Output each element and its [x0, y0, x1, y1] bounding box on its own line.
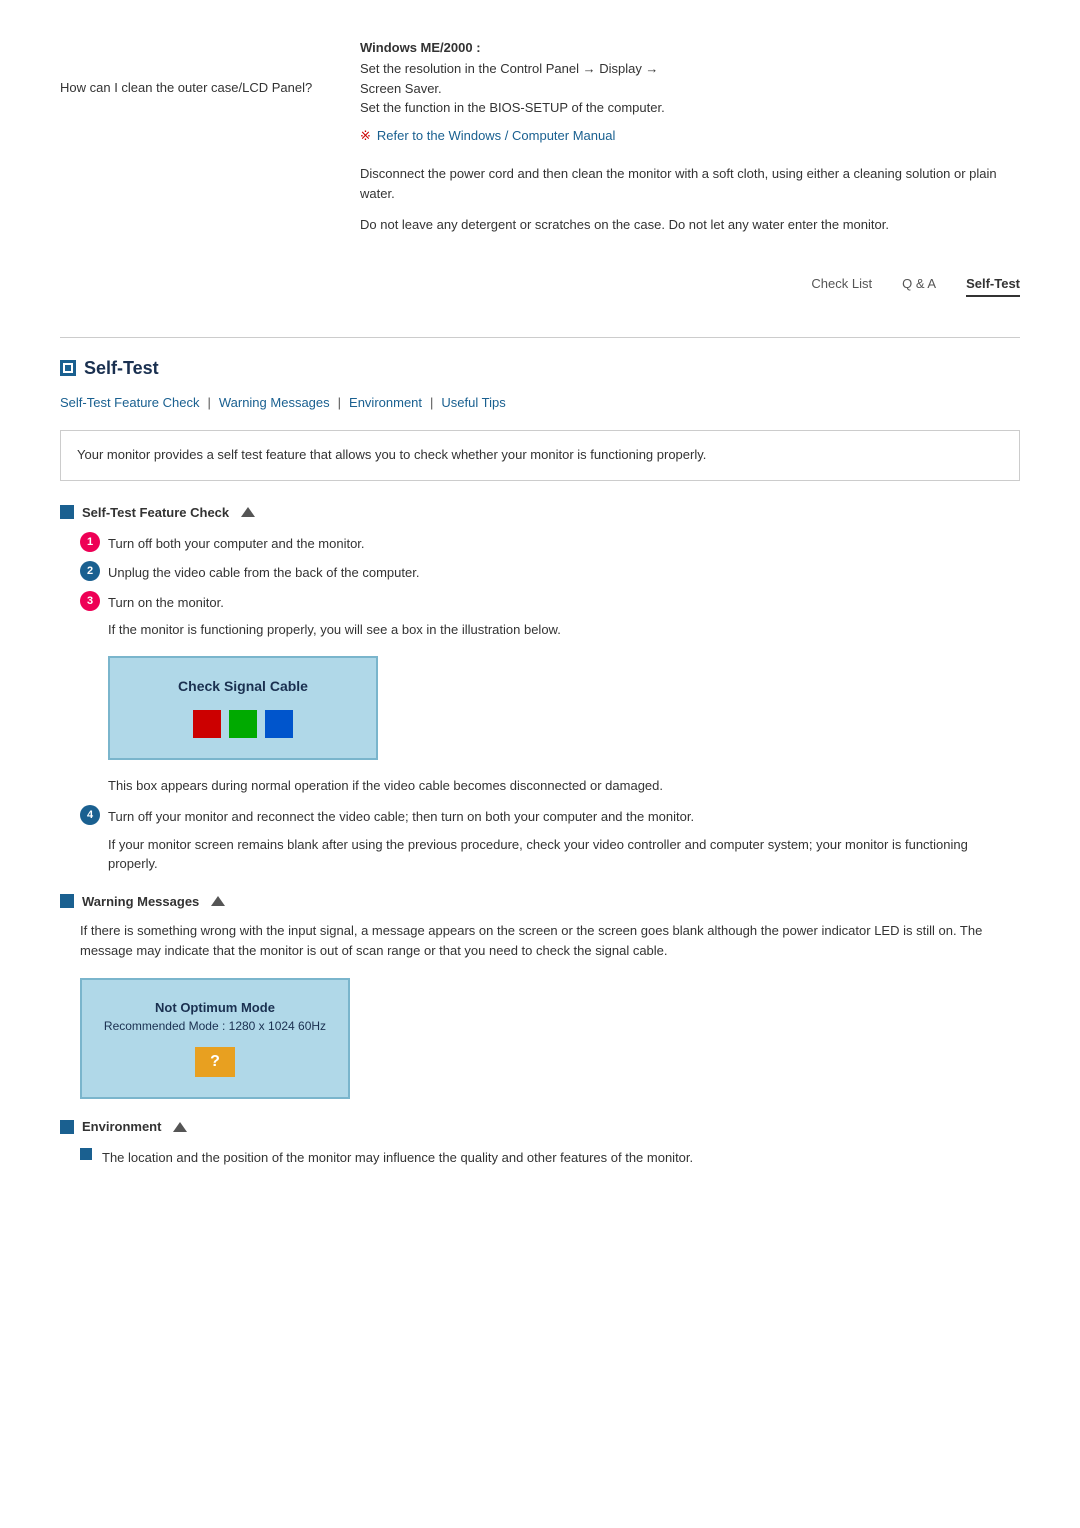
d-icon-env — [60, 1120, 74, 1134]
section-title: Self-Test — [84, 358, 159, 379]
warning-monitor-title: Not Optimum Mode — [98, 1000, 332, 1015]
sub-nav: Self-Test Feature Check | Warning Messag… — [60, 395, 1020, 410]
refer-note: ※ Refer to the Windows / Computer Manual — [360, 128, 1020, 144]
warning-monitor-subtitle: Recommended Mode : 1280 x 1024 60Hz — [98, 1019, 332, 1033]
windows-text: Set the resolution in the Control Panel … — [360, 59, 1020, 118]
triangle-icon-warning — [211, 896, 225, 906]
environment-heading: Environment — [60, 1119, 1020, 1134]
feature-check-heading: Self-Test Feature Check — [60, 505, 1020, 520]
monitor-illustration: Check Signal Cable — [108, 656, 378, 760]
triangle-icon-feature — [241, 507, 255, 517]
step-3-sub: If the monitor is functioning properly, … — [60, 620, 1020, 640]
tab-qa[interactable]: Q & A — [902, 276, 936, 297]
tab-selftest[interactable]: Self-Test — [966, 276, 1020, 297]
d-icon-feature — [60, 505, 74, 519]
sub-nav-useful-tips[interactable]: Useful Tips — [441, 395, 505, 410]
warning-monitor-box: Not Optimum Mode Recommended Mode : 1280… — [80, 978, 350, 1099]
step-4-text: Turn off your monitor and reconnect the … — [108, 805, 694, 827]
env-item: The location and the position of the mon… — [60, 1146, 1020, 1168]
triangle-icon-env — [173, 1122, 187, 1132]
step-4: 4 Turn off your monitor and reconnect th… — [60, 805, 1020, 827]
warning-messages-title: Warning Messages — [82, 894, 199, 909]
color-sq-blue — [265, 710, 293, 738]
warning-messages-heading: Warning Messages — [60, 894, 1020, 909]
sub-nav-warning-messages[interactable]: Warning Messages — [219, 395, 330, 410]
step-1-num: 1 — [80, 532, 100, 552]
sub-nav-environment[interactable]: Environment — [349, 395, 422, 410]
self-test-heading: Self-Test — [60, 358, 1020, 379]
warning-text: If there is something wrong with the inp… — [60, 921, 1020, 963]
question-box: ? — [195, 1047, 235, 1077]
divider — [60, 337, 1020, 338]
windows-label: Windows ME/2000 : — [360, 40, 1020, 55]
answer-block-2: Do not leave any detergent or scratches … — [360, 215, 1020, 236]
heading-icon — [60, 360, 76, 376]
color-sq-red — [193, 710, 221, 738]
color-squares — [130, 710, 356, 738]
faq-question: How can I clean the outer case/LCD Panel… — [60, 80, 312, 95]
env-item-text: The location and the position of the mon… — [102, 1146, 693, 1168]
sub-nav-feature-check[interactable]: Self-Test Feature Check — [60, 395, 199, 410]
step-2-text: Unplug the video cable from the back of … — [108, 561, 419, 583]
step-4-sub: If your monitor screen remains blank aft… — [60, 835, 1020, 874]
step-1-text: Turn off both your computer and the moni… — [108, 532, 365, 554]
step-3: 3 Turn on the monitor. — [60, 591, 1020, 613]
refer-link[interactable]: Refer to the Windows / Computer Manual — [377, 128, 615, 143]
step-3-num: 3 — [80, 591, 100, 611]
refer-symbol: ※ — [360, 128, 371, 144]
color-sq-green — [229, 710, 257, 738]
step-3-text: Turn on the monitor. — [108, 591, 224, 613]
nav-tabs: Check List Q & A Self-Test — [60, 266, 1020, 307]
env-bullet — [80, 1148, 92, 1160]
environment-title: Environment — [82, 1119, 161, 1134]
step-2: 2 Unplug the video cable from the back o… — [60, 561, 1020, 583]
answer-block-1: Disconnect the power cord and then clean… — [360, 164, 1020, 206]
tab-checklist[interactable]: Check List — [811, 276, 872, 297]
step-1: 1 Turn off both your computer and the mo… — [60, 532, 1020, 554]
step-4-num: 4 — [80, 805, 100, 825]
feature-check-title: Self-Test Feature Check — [82, 505, 229, 520]
box-note: This box appears during normal operation… — [60, 776, 1020, 796]
d-icon-warning — [60, 894, 74, 908]
info-box: Your monitor provides a self test featur… — [60, 430, 1020, 481]
monitor-box-title: Check Signal Cable — [130, 678, 356, 694]
step-2-num: 2 — [80, 561, 100, 581]
